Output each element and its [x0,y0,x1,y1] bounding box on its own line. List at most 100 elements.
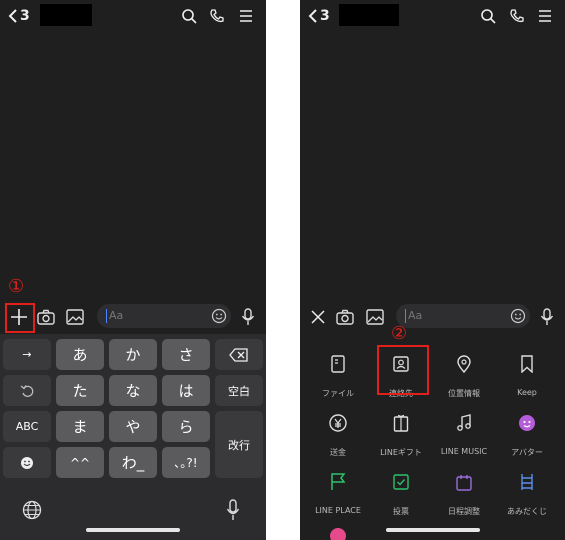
menu-icon[interactable] [238,8,254,24]
globe-icon[interactable] [22,500,42,520]
home-indicator [86,528,180,532]
camera-icon [37,309,55,325]
menu-item-location[interactable]: 位置情報 [431,346,497,402]
bookmark-icon [515,352,539,376]
chat-header: 3 [300,0,565,34]
vote-icon [389,470,413,494]
avatar-icon [515,411,539,435]
close-button[interactable] [307,306,329,328]
location-pin-icon [452,352,476,376]
message-input-bar: Aa [0,300,266,334]
key-sa[interactable]: さ [162,339,210,370]
back-button[interactable]: 3 [308,8,330,24]
attachment-menu: ファイル 連絡先 位置情報 Keep 送金 LINEギフト LINE MUSIC [300,334,565,540]
partial-menu-icon [330,528,346,540]
phone-call-icon[interactable] [209,8,225,24]
music-note-icon [452,411,476,435]
menu-item-line-place[interactable]: LINE PLACE [305,464,371,520]
ladder-icon [515,470,539,494]
file-icon [326,352,350,376]
dictation-microphone-icon[interactable] [226,499,240,521]
message-input[interactable]: Aa [97,304,231,328]
key-undo[interactable] [3,375,51,406]
emoji-icon[interactable] [211,308,227,324]
emoji-key-icon [21,456,33,469]
chat-message-area [0,34,266,300]
key-space[interactable]: 空白 [215,375,263,406]
redacted-chat-name [339,4,399,26]
menu-item-file[interactable]: ファイル [305,346,371,402]
phone-screen-keyboard: 3 Aa → あ か さ た な は 空白 ABC ま や ら 改行 ^^ わ_… [0,0,266,540]
image-icon [366,309,384,325]
key-ra[interactable]: ら [162,411,210,442]
key-ma[interactable]: ま [56,411,104,442]
yen-icon [326,411,350,435]
text-cursor [106,309,107,323]
camera-button[interactable] [35,306,57,328]
menu-item-keep[interactable]: Keep [494,346,560,402]
step-marker-1: ① [8,276,25,297]
back-button[interactable]: 3 [8,8,30,24]
chat-message-area [300,34,565,300]
image-button[interactable] [64,306,86,328]
unread-count: 3 [320,8,330,24]
menu-item-schedule[interactable]: 日程調整 [431,464,497,520]
phone-screen-menu: 3 Aa ファイル 連絡先 位置情報 Keep 送金 LINEギフト LINE … [300,0,565,540]
menu-label-amidakuji: あみだくじ [507,507,547,516]
menu-item-line-gift[interactable]: LINEギフト [368,405,434,461]
text-cursor [405,309,406,323]
phone-call-icon[interactable] [509,8,525,24]
unread-count: 3 [20,8,30,24]
key-punctuation[interactable]: ､｡?! [162,447,210,478]
menu-item-vote[interactable]: 投票 [368,464,434,520]
camera-icon [336,309,354,325]
key-ka[interactable]: か [109,339,157,370]
calendar-icon [452,470,476,494]
input-placeholder: Aa [408,309,423,322]
menu-item-avatar[interactable]: アバター [494,405,560,461]
message-input-bar: Aa [300,300,565,334]
image-button[interactable] [364,306,386,328]
key-abc[interactable]: ABC [3,411,51,442]
menu-item-line-music[interactable]: LINE MUSIC [431,405,497,461]
step-marker-2: ② [391,323,408,344]
input-placeholder: Aa [109,309,124,322]
menu-item-amidakuji[interactable]: あみだくじ [494,464,560,520]
menu-label-keep: Keep [517,388,537,397]
japanese-keyboard: → あ か さ た な は 空白 ABC ま や ら 改行 ^^ わ_ ､｡?! [0,334,266,540]
close-icon [311,310,325,324]
menu-item-send-money[interactable]: 送金 [305,405,371,461]
key-emoji[interactable] [3,447,51,478]
backspace-icon [229,347,248,362]
chevron-left-icon [8,9,17,23]
search-icon[interactable] [480,8,496,24]
flag-icon [326,470,350,494]
voice-input-button[interactable] [237,306,259,328]
menu-label-avatar: アバター [511,448,543,457]
key-kaomoji[interactable]: ^^ [56,447,104,478]
message-input[interactable]: Aa [396,304,530,328]
key-ha[interactable]: は [162,375,210,406]
menu-icon[interactable] [537,8,553,24]
search-icon[interactable] [181,8,197,24]
microphone-icon [540,308,554,325]
voice-input-button[interactable] [536,306,558,328]
key-arrow[interactable]: → [3,339,51,370]
image-icon [66,309,84,325]
home-indicator [386,528,480,532]
camera-button[interactable] [334,306,356,328]
key-na[interactable]: な [109,375,157,406]
undo-icon [20,384,34,397]
redacted-chat-name [40,4,92,26]
emoji-icon[interactable] [510,308,526,324]
microphone-icon [241,308,255,325]
key-ta[interactable]: た [56,375,104,406]
key-ya[interactable]: や [109,411,157,442]
key-a[interactable]: あ [56,339,104,370]
key-enter[interactable]: 改行 [215,411,263,478]
key-wa[interactable]: わ_ [109,447,157,478]
chevron-left-icon [308,9,317,23]
highlight-contact-item [377,345,429,395]
key-backspace[interactable] [215,339,263,370]
highlight-plus-button [5,303,35,333]
